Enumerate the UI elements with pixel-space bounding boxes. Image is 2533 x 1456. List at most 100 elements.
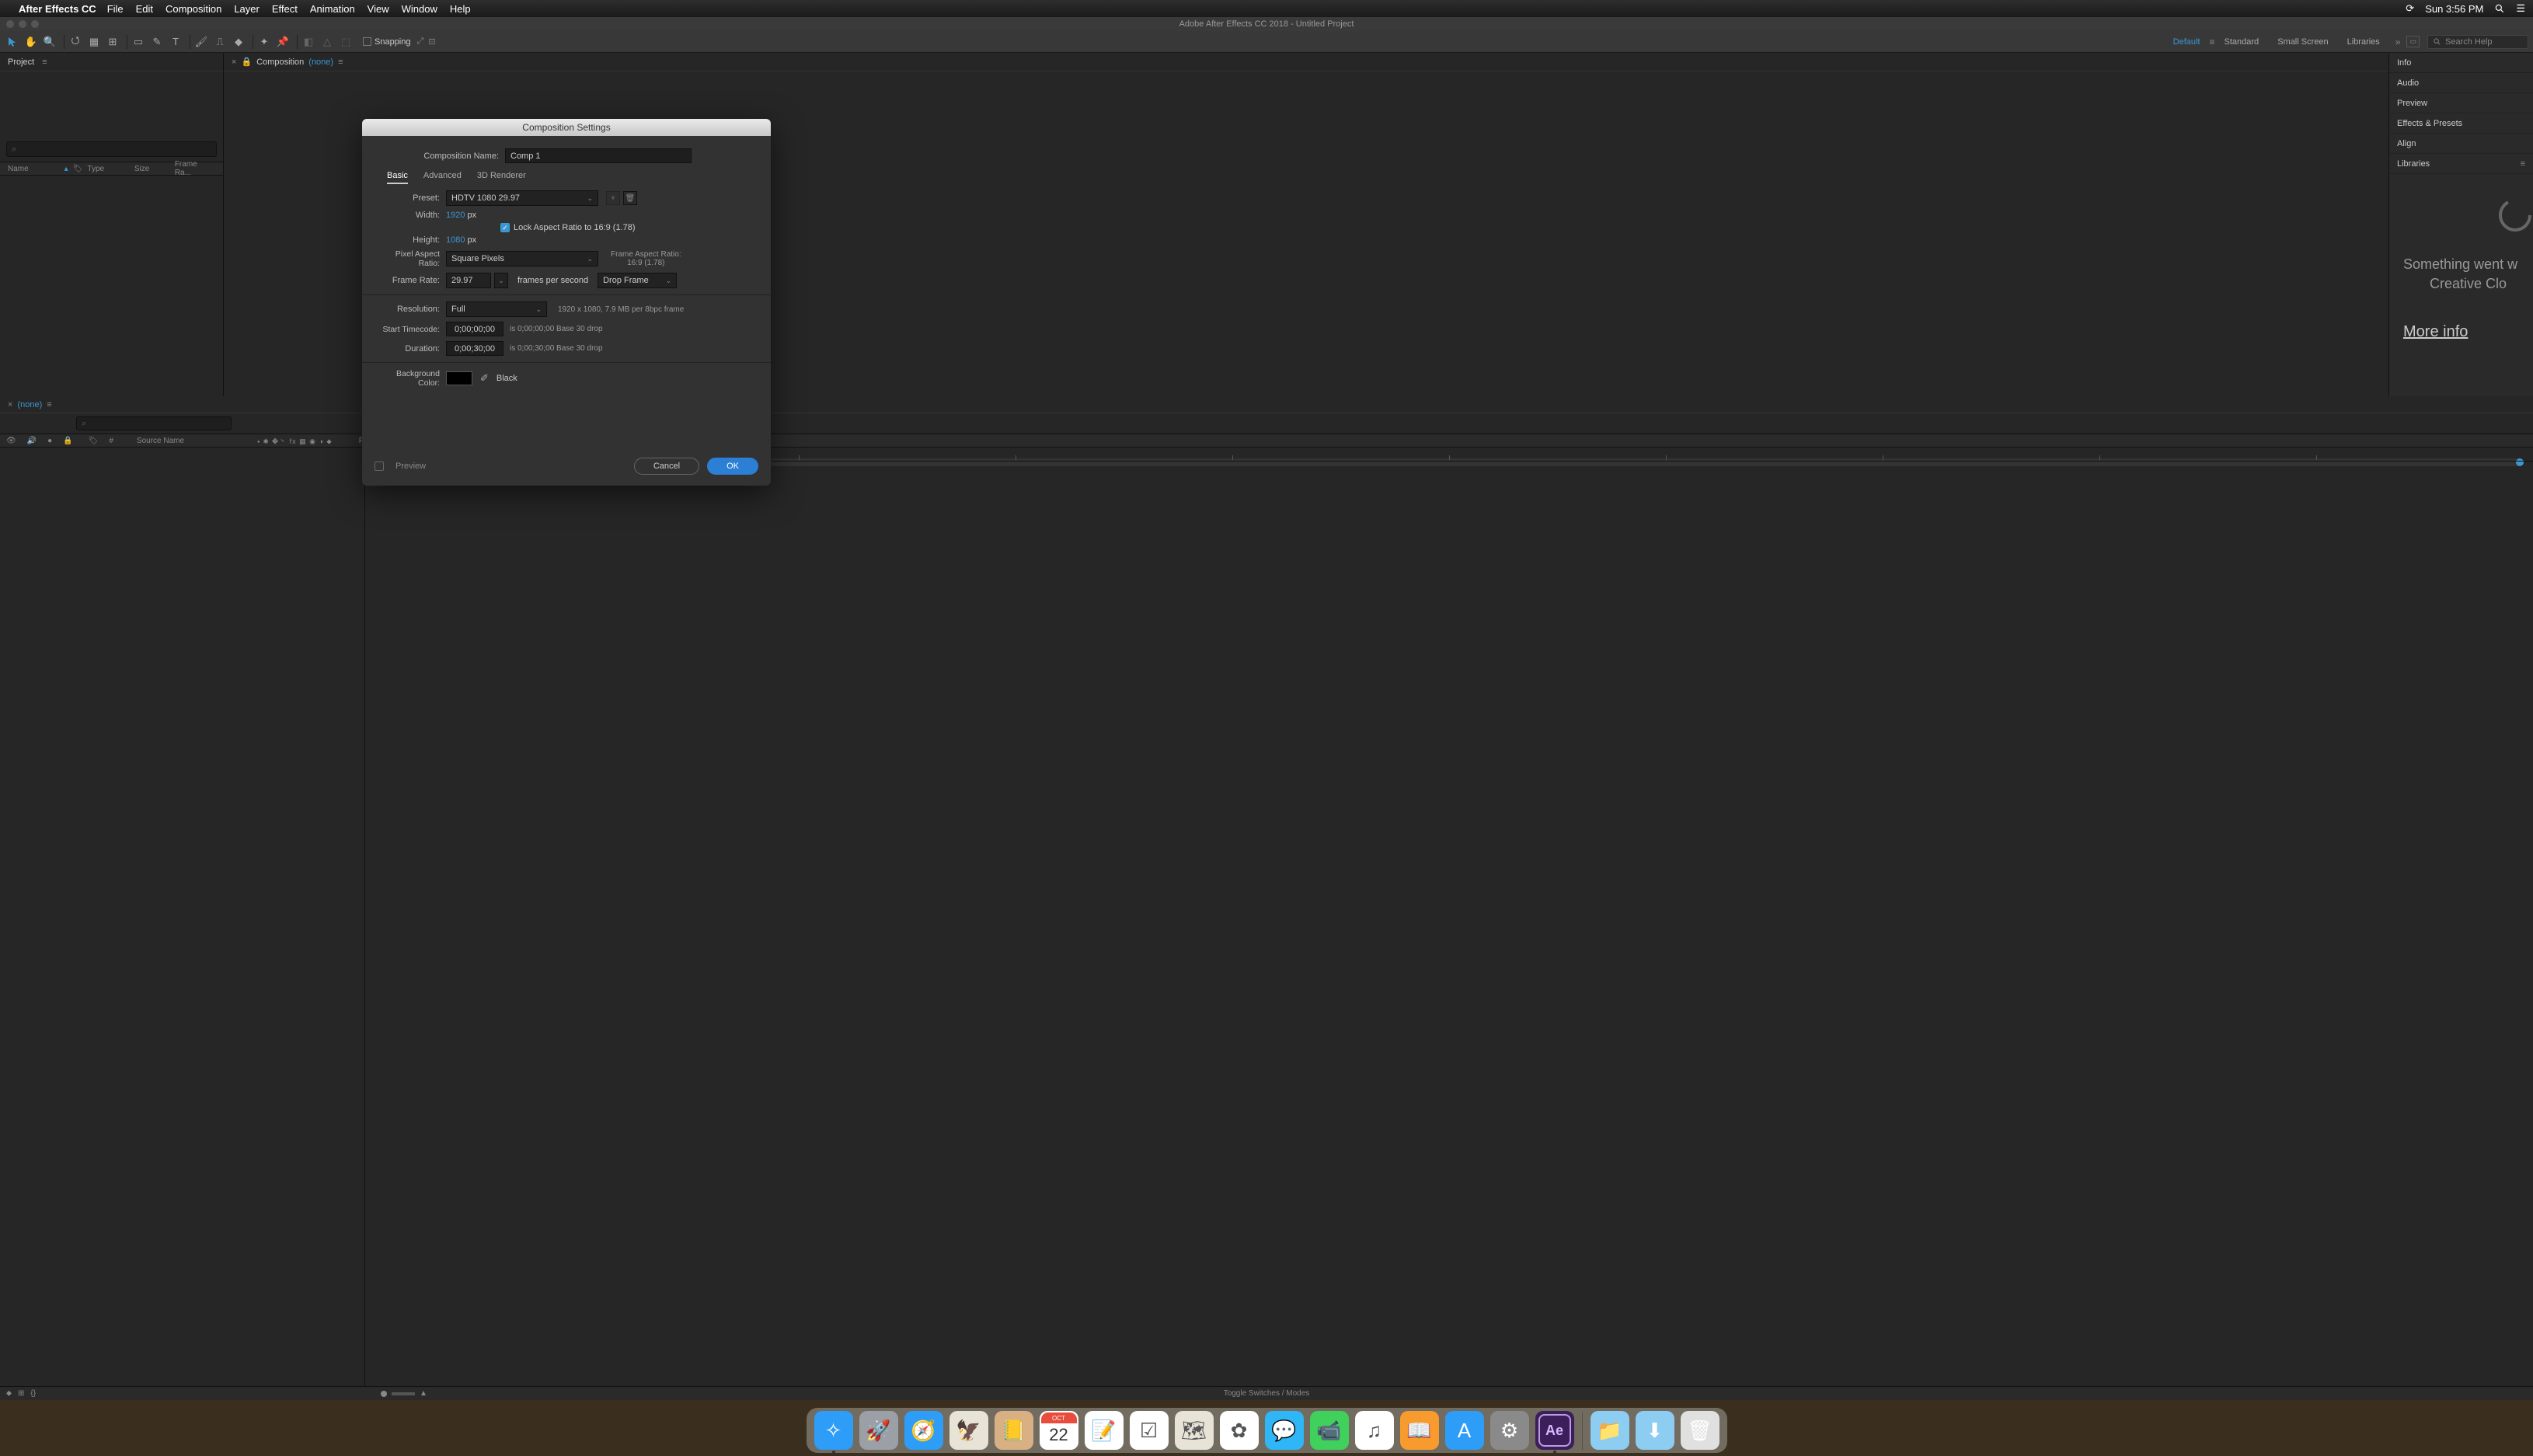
sync-icon[interactable]: ▭: [2406, 36, 2420, 47]
dock-settings[interactable]: ⚙: [1490, 1411, 1529, 1450]
dropframe-dropdown[interactable]: Drop Frame⌄: [598, 273, 677, 288]
pen-tool-icon[interactable]: ✎: [149, 34, 165, 50]
menu-list-icon[interactable]: ☰: [2516, 2, 2525, 15]
tl-col-num[interactable]: #: [109, 437, 113, 445]
dock-photos[interactable]: ✿: [1220, 1411, 1259, 1450]
panel-info[interactable]: Info: [2389, 53, 2533, 73]
lock-aspect-checkbox[interactable]: ✓: [500, 223, 510, 232]
hand-tool-icon[interactable]: ✋: [23, 34, 39, 50]
width-value[interactable]: 1920: [446, 211, 465, 220]
panel-effects-presets[interactable]: Effects & Presets: [2389, 113, 2533, 134]
dock-facetime[interactable]: 📹: [1310, 1411, 1349, 1450]
dock-mail[interactable]: 🦅: [949, 1411, 988, 1450]
tab-advanced[interactable]: Advanced: [423, 171, 462, 184]
tl-footer-icon-1[interactable]: ⬥: [6, 1389, 12, 1398]
delete-preset-button[interactable]: 🗑: [623, 191, 637, 205]
cancel-button[interactable]: Cancel: [634, 458, 699, 475]
menu-view[interactable]: View: [368, 3, 389, 15]
panel-libraries[interactable]: Libraries ≡: [2389, 154, 2533, 174]
zoom-handle-left[interactable]: [381, 1391, 387, 1397]
dock-maps[interactable]: 🗺: [1175, 1411, 1214, 1450]
tl-lock-icon[interactable]: 🔒: [63, 437, 72, 445]
timeline-search[interactable]: ⌕: [76, 416, 232, 430]
pan-behind-tool-icon[interactable]: ⊞: [105, 34, 120, 50]
composition-tab-label[interactable]: Composition: [256, 57, 304, 67]
preset-dropdown[interactable]: HDTV 1080 29.97⌄: [446, 190, 598, 206]
snap-ext-icon[interactable]: ⤢: [417, 37, 424, 47]
dock-itunes[interactable]: ♫: [1355, 1411, 1394, 1450]
tl-footer-icon-3[interactable]: {}: [30, 1389, 36, 1398]
dock-notes[interactable]: 📝: [1085, 1411, 1124, 1450]
zoom-tool-icon[interactable]: 🔍: [42, 34, 57, 50]
workspace-standard[interactable]: Standard: [2225, 37, 2259, 47]
framerate-input[interactable]: 29.97: [446, 273, 491, 288]
spotlight-icon[interactable]: [2494, 3, 2505, 14]
snapping-toggle[interactable]: Snapping ⤢ ⊡: [363, 37, 436, 47]
project-tab[interactable]: Project ≡: [0, 53, 223, 71]
dock-downloads-folder[interactable]: ⬇: [1636, 1411, 1674, 1450]
panel-align[interactable]: Align: [2389, 134, 2533, 154]
libraries-more-info-link[interactable]: More info: [2403, 323, 2533, 341]
selection-tool-icon[interactable]: [5, 34, 20, 50]
dock-finder[interactable]: ✧: [814, 1411, 853, 1450]
menu-composition[interactable]: Composition: [165, 3, 221, 15]
menu-edit[interactable]: Edit: [136, 3, 153, 15]
workspace-small-screen[interactable]: Small Screen: [2277, 37, 2328, 47]
close-tab-icon[interactable]: ×: [232, 57, 236, 67]
resolution-dropdown[interactable]: Full⌄: [446, 301, 547, 317]
menu-animation[interactable]: Animation: [310, 3, 355, 15]
dock-reminders[interactable]: ☑: [1130, 1411, 1169, 1450]
tl-solo-icon[interactable]: ●: [47, 437, 52, 445]
workspace-default[interactable]: Default: [2173, 37, 2200, 47]
tl-col-source[interactable]: Source Name: [137, 437, 184, 445]
tl-speaker-icon[interactable]: 🔊: [27, 437, 37, 445]
height-value[interactable]: 1080: [446, 235, 465, 245]
start-timecode-input[interactable]: [446, 322, 503, 336]
tag-icon[interactable]: 🏷: [73, 165, 83, 173]
tl-footer-icon-2[interactable]: ⊞: [18, 1389, 24, 1398]
composition-panel-menu-icon[interactable]: ≡: [338, 57, 343, 67]
dock-trash[interactable]: 🗑: [1681, 1411, 1719, 1450]
col-framerate[interactable]: Frame Ra...: [175, 160, 200, 177]
menu-file[interactable]: File: [107, 3, 124, 15]
dock-after-effects[interactable]: Ae: [1535, 1411, 1574, 1450]
libraries-menu-icon[interactable]: ≡: [2521, 159, 2525, 169]
dock-applications-folder[interactable]: 📁: [1591, 1411, 1629, 1450]
tl-eye-icon[interactable]: 👁: [6, 437, 16, 445]
sort-arrow-icon[interactable]: ▴: [64, 165, 68, 173]
panel-preview[interactable]: Preview: [2389, 93, 2533, 113]
zoom-mountain-icon[interactable]: ▲: [420, 1389, 427, 1398]
tab-3d-renderer[interactable]: 3D Renderer: [477, 171, 526, 184]
bg-color-swatch[interactable]: [446, 371, 472, 385]
menu-help[interactable]: Help: [450, 3, 471, 15]
comp-name-input[interactable]: [505, 148, 692, 163]
duration-input[interactable]: [446, 341, 503, 356]
dock-launchpad[interactable]: 🚀: [859, 1411, 898, 1450]
eyedropper-icon[interactable]: ✐: [480, 372, 489, 385]
toggle-switches-button[interactable]: Toggle Switches / Modes: [1224, 1389, 1310, 1398]
orbit-tool-icon[interactable]: ⭯: [68, 34, 83, 50]
framerate-chev[interactable]: ⌄: [494, 273, 508, 288]
workspace-overflow-icon[interactable]: »: [2395, 37, 2401, 47]
ok-button[interactable]: OK: [707, 458, 758, 475]
search-help-input[interactable]: Search Help: [2427, 35, 2528, 49]
tab-basic[interactable]: Basic: [387, 171, 408, 184]
roto-tool-icon[interactable]: ✦: [256, 34, 272, 50]
preview-checkbox[interactable]: [375, 462, 384, 471]
dock-contacts[interactable]: 📒: [995, 1411, 1033, 1450]
camera-tool-icon[interactable]: ▦: [86, 34, 102, 50]
app-name[interactable]: After Effects CC: [19, 3, 96, 15]
col-size[interactable]: Size: [134, 165, 152, 173]
project-search-input[interactable]: ⌕: [6, 141, 217, 157]
lock-icon[interactable]: 🔒: [241, 57, 252, 67]
dock-ibooks[interactable]: 📖: [1400, 1411, 1439, 1450]
zoom-track[interactable]: [392, 1392, 415, 1395]
workspace-libraries[interactable]: Libraries: [2347, 37, 2380, 47]
snap-bounds-icon[interactable]: ⊡: [428, 37, 435, 47]
workspace-menu-icon[interactable]: ≡: [2210, 37, 2215, 47]
type-tool-icon[interactable]: T: [168, 34, 183, 50]
menu-effect[interactable]: Effect: [272, 3, 298, 15]
dock-calendar[interactable]: OCT22: [1040, 1411, 1078, 1450]
eraser-tool-icon[interactable]: ◆: [231, 34, 246, 50]
snapping-checkbox[interactable]: [363, 37, 371, 46]
